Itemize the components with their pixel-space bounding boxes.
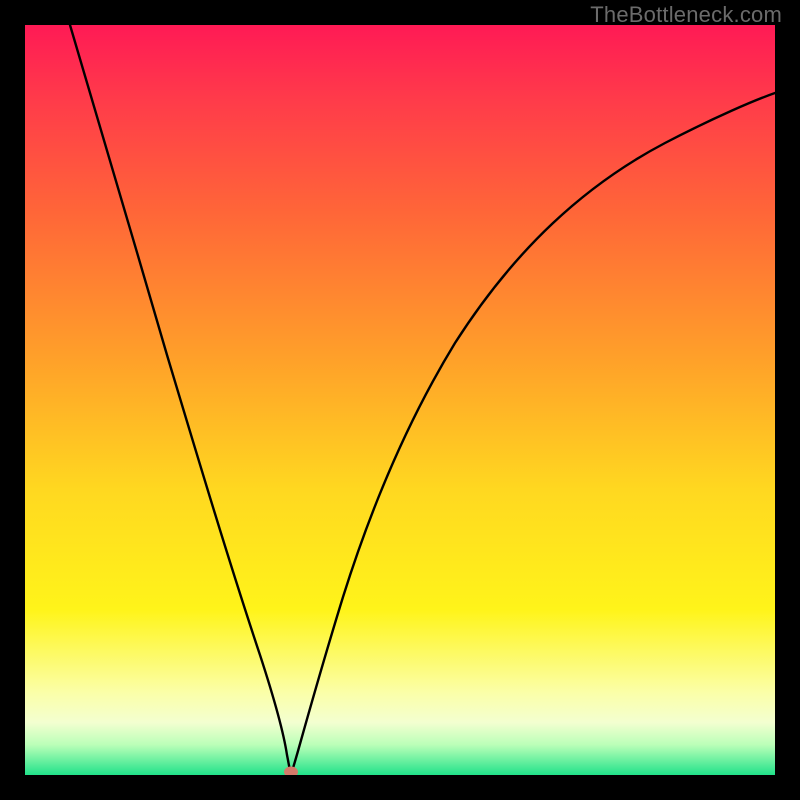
plot-area bbox=[25, 25, 775, 775]
minimum-marker bbox=[284, 767, 298, 776]
watermark-text: TheBottleneck.com bbox=[590, 2, 782, 28]
curve-svg bbox=[25, 25, 775, 775]
bottleneck-curve bbox=[70, 25, 775, 774]
chart-frame: TheBottleneck.com bbox=[0, 0, 800, 800]
